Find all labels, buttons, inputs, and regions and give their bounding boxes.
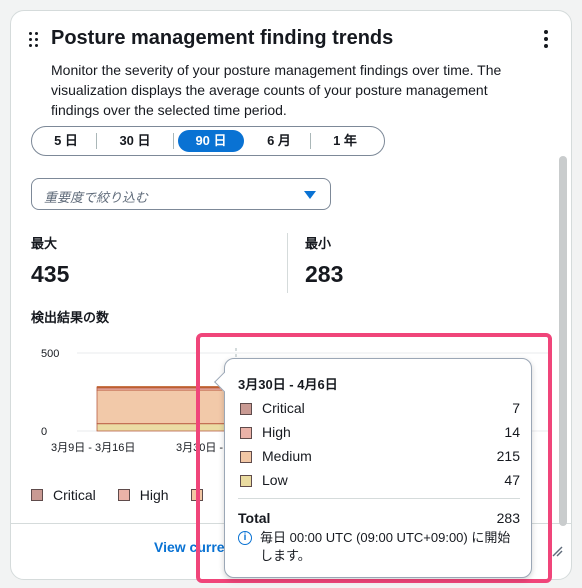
tooltip-row-value: 7 [512,400,520,416]
chart-label: 検出結果の数 [31,310,110,325]
tooltip-row-name: Critical [262,400,305,416]
tooltip-row-critical: Critical 7 [240,400,520,418]
y-tick-label: 0 [41,426,47,438]
x-tick-label: 3月9日 - 3月16日 [51,442,135,454]
tooltip-row-value: 47 [504,472,520,488]
tooltip-row-name: Medium [262,448,312,464]
segment-divider [173,133,174,149]
drag-handle-icon[interactable] [29,32,39,48]
tooltip-total-label: Total [238,510,271,526]
tooltip-title: 3月30日 - 4月6日 [238,377,338,392]
time-range-selector: 5 日 30 日 90 日 6 月 1 年 [31,126,385,156]
legend-swatch-critical [31,489,43,501]
min-label: 最小 [305,236,332,251]
tooltip-note-text: 毎日 00:00 UTC (09:00 UTC+09:00) に開始します。 [260,530,511,563]
tooltip-row-medium: Medium 215 [240,448,520,466]
resize-grip-icon[interactable] [551,545,563,557]
range-option-1y[interactable]: 1 年 [311,130,379,152]
severity-filter-select[interactable]: 重要度で絞り込む [31,178,331,210]
max-value: 435 [31,261,70,287]
range-option-5d[interactable]: 5 日 [36,130,96,152]
tooltip-swatch-low [240,475,252,487]
legend-item-critical[interactable]: Critical [31,487,96,503]
tooltip-swatch-medium [240,451,252,463]
tooltip-note: i 毎日 00:00 UTC (09:00 UTC+09:00) に開始します。 [238,529,520,565]
y-tick-label: 500 [41,348,59,360]
tooltip-total-value: 283 [496,510,520,526]
tooltip-total: Total 283 [238,510,520,526]
range-option-90d[interactable]: 90 日 [178,130,244,152]
chart-tooltip: 3月30日 - 4月6日 Critical 7 High 14 Medium 2… [214,358,532,578]
tooltip-swatch-critical [240,403,252,415]
legend-label-critical: Critical [53,487,96,503]
tooltip-row-value: 14 [504,424,520,440]
tooltip-swatch-high [240,427,252,439]
caret-down-icon [304,191,316,199]
tooltip-row-name: Low [262,472,288,488]
max-label: 最大 [31,236,58,251]
severity-filter-placeholder: 重要度で絞り込む [44,190,149,205]
range-option-6m[interactable]: 6 月 [248,130,310,152]
tooltip-row-value: 215 [496,448,520,464]
tooltip-separator [238,498,520,499]
widget-title: Posture management finding trends [51,27,394,49]
legend-item-high[interactable]: High [117,487,169,503]
widget-description: Monitor the severity of your posture man… [51,62,502,118]
legend-label-high: High [139,487,169,503]
tooltip-row-name: High [262,424,291,440]
range-option-30d[interactable]: 30 日 [97,130,173,152]
min-value: 283 [305,261,344,287]
scrollbar-thumb[interactable] [559,156,567,526]
tooltip-row-high: High 14 [240,424,520,442]
tooltip-row-low: Low 47 [240,472,520,490]
stat-divider [287,233,288,293]
legend-swatch-high [117,489,130,501]
info-icon: i [238,531,252,545]
more-actions-icon[interactable] [543,30,549,48]
